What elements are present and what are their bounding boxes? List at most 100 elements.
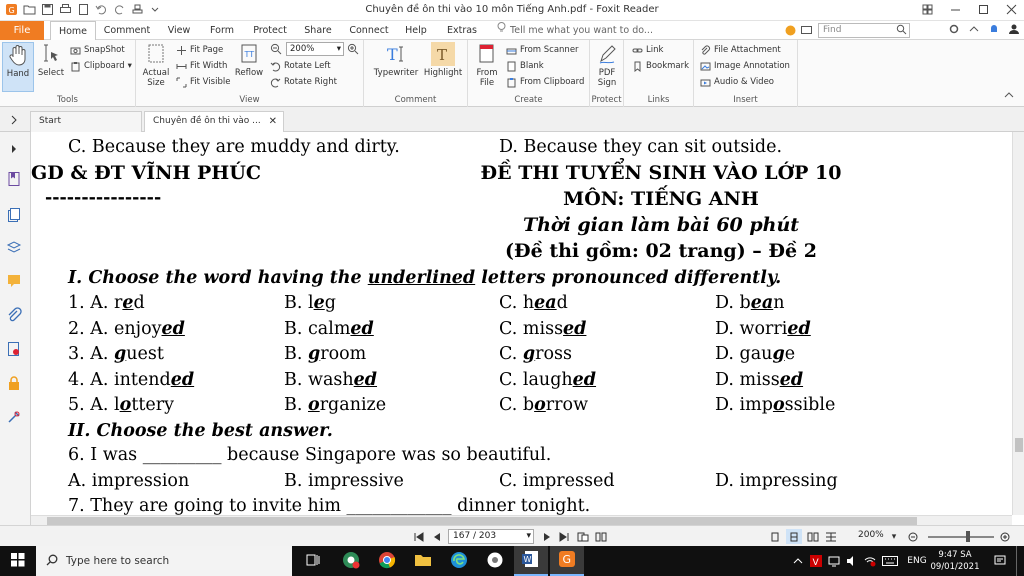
taskbar-app-coccoc[interactable] bbox=[334, 546, 368, 576]
network-icon[interactable] bbox=[826, 546, 842, 576]
volume-icon[interactable] bbox=[844, 546, 860, 576]
fit-visible-button[interactable]: Fit Visible bbox=[176, 75, 230, 89]
status-zoom-value[interactable]: 200% bbox=[858, 530, 884, 540]
hand-button[interactable]: Hand bbox=[2, 42, 34, 92]
task-view-button[interactable] bbox=[296, 546, 330, 576]
doc-tab-current[interactable]: Chuyên đề ôn thi vào ... ✕ bbox=[144, 111, 284, 132]
fit-width-button[interactable]: Fit Width bbox=[176, 59, 227, 73]
tray-app-icon[interactable]: V bbox=[808, 546, 824, 576]
from-file-button[interactable]: From File bbox=[472, 42, 502, 88]
signatures-panel-icon[interactable] bbox=[5, 340, 23, 358]
wifi-off-icon[interactable] bbox=[862, 546, 878, 576]
attachments-panel-icon[interactable] bbox=[5, 306, 23, 324]
snapshot-button[interactable]: SnapShot bbox=[70, 43, 125, 57]
horizontal-scroll-thumb[interactable] bbox=[47, 517, 917, 525]
typewriter-button[interactable]: T Typewriter bbox=[370, 42, 422, 78]
reflow-button[interactable]: TT Reflow bbox=[232, 42, 266, 78]
tab-protect[interactable]: Protect bbox=[248, 21, 292, 40]
taskbar-search-box[interactable]: Type here to search bbox=[36, 546, 292, 576]
tab-help[interactable]: Help bbox=[400, 21, 432, 40]
keyboard-icon[interactable] bbox=[880, 546, 900, 576]
next-page-icon[interactable] bbox=[540, 529, 554, 544]
taskbar-app-word[interactable]: W bbox=[514, 546, 548, 576]
tab-form[interactable]: Form bbox=[204, 21, 240, 40]
comments-panel-icon[interactable] bbox=[5, 272, 23, 290]
tell-me-search[interactable]: Tell me what you want to do... bbox=[496, 21, 653, 40]
security-panel-icon[interactable] bbox=[5, 374, 23, 392]
show-desktop-button[interactable] bbox=[1016, 546, 1024, 576]
continuous-facing-icon[interactable] bbox=[824, 529, 838, 544]
taskbar-app-photos[interactable] bbox=[478, 546, 512, 576]
pdf-sign-button[interactable]: PDF Sign bbox=[592, 42, 622, 88]
tab-file[interactable]: File bbox=[0, 21, 44, 40]
horizontal-scrollbar[interactable] bbox=[31, 515, 1012, 525]
taskbar-app-edge[interactable] bbox=[442, 546, 476, 576]
blank-button[interactable]: Blank bbox=[506, 59, 544, 73]
notifications-icon[interactable] bbox=[990, 546, 1010, 576]
taskbar-app-chrome[interactable] bbox=[370, 546, 404, 576]
tray-expand-icon[interactable] bbox=[790, 546, 806, 576]
zoom-slider-track[interactable] bbox=[928, 536, 994, 538]
fit-page-button[interactable]: Fit Page bbox=[176, 43, 223, 57]
search-icon[interactable] bbox=[896, 24, 907, 40]
close-tab-icon[interactable]: ✕ bbox=[269, 112, 277, 131]
zoom-out-icon[interactable] bbox=[270, 43, 282, 58]
tab-comment[interactable]: Comment bbox=[100, 21, 154, 40]
highlight-button[interactable]: T Highlight bbox=[422, 42, 464, 78]
page-number-input[interactable]: 167 / 203 ▾ bbox=[448, 529, 534, 544]
expand-panel-icon[interactable] bbox=[9, 140, 19, 158]
bookmark-button[interactable]: Bookmark bbox=[632, 59, 689, 73]
image-annotation-button[interactable]: Image Annotation bbox=[700, 59, 790, 73]
doc-tab-start[interactable]: Start bbox=[30, 111, 142, 132]
tab-view[interactable]: View bbox=[160, 21, 198, 40]
actual-size-button[interactable]: Actual Size bbox=[140, 42, 172, 88]
settings-icon[interactable] bbox=[948, 23, 960, 38]
first-page-icon[interactable] bbox=[412, 529, 426, 544]
from-scanner-button[interactable]: From Scanner bbox=[506, 43, 579, 57]
collapse-ribbon-icon[interactable] bbox=[968, 23, 980, 38]
system-clock[interactable]: 9:47 SA 09/01/2021 bbox=[930, 549, 980, 573]
tab-share[interactable]: Share bbox=[300, 21, 336, 40]
extract-pages-icon[interactable] bbox=[576, 529, 590, 544]
user-icon[interactable] bbox=[1008, 23, 1020, 38]
ribbon-collapse-icon[interactable] bbox=[1004, 91, 1014, 102]
bookmarks-panel-icon[interactable] bbox=[5, 170, 23, 188]
vertical-scrollbar[interactable] bbox=[1012, 132, 1024, 515]
zoom-slider-handle[interactable] bbox=[966, 531, 970, 542]
select-button[interactable]: Select bbox=[36, 42, 66, 78]
last-page-icon[interactable] bbox=[557, 529, 571, 544]
zoom-select[interactable]: 200% ▾ bbox=[286, 42, 344, 56]
view-pages-icon[interactable] bbox=[594, 529, 608, 544]
pages-panel-icon[interactable] bbox=[5, 206, 23, 224]
vertical-scroll-thumb[interactable] bbox=[1015, 438, 1023, 452]
single-page-icon[interactable] bbox=[768, 529, 782, 544]
chat-icon[interactable] bbox=[800, 24, 813, 40]
skin-icon[interactable] bbox=[784, 24, 797, 40]
layout-icon[interactable] bbox=[920, 2, 934, 16]
maximize-icon[interactable] bbox=[976, 2, 990, 16]
find-input[interactable]: Find bbox=[818, 23, 910, 38]
page-dropdown-icon[interactable]: ▾ bbox=[526, 530, 531, 543]
document-page[interactable]: C. Because they are muddy and dirty. D. … bbox=[31, 132, 1012, 515]
audio-video-button[interactable]: Audio & Video bbox=[700, 75, 774, 89]
tools-panel-icon[interactable] bbox=[5, 408, 23, 426]
file-attachment-button[interactable]: File Attachment bbox=[700, 43, 781, 57]
tab-connect[interactable]: Connect bbox=[344, 21, 394, 40]
facing-page-icon[interactable] bbox=[806, 529, 820, 544]
previous-page-icon[interactable] bbox=[430, 529, 444, 544]
zoom-dropdown-icon[interactable]: ▾ bbox=[888, 529, 900, 544]
tab-extras[interactable]: Extras bbox=[442, 21, 482, 40]
rotate-right-button[interactable]: Rotate Right bbox=[270, 75, 337, 89]
language-indicator[interactable]: ENG bbox=[904, 546, 930, 576]
taskbar-app-file-explorer[interactable] bbox=[406, 546, 440, 576]
close-icon[interactable] bbox=[1004, 2, 1018, 16]
start-button[interactable] bbox=[0, 546, 36, 576]
notification-icon[interactable] bbox=[988, 23, 1000, 38]
status-zoom-out-icon[interactable] bbox=[906, 529, 920, 544]
from-clipboard-button[interactable]: From Clipboard bbox=[506, 75, 584, 89]
link-button[interactable]: Link bbox=[632, 43, 663, 57]
minimize-icon[interactable] bbox=[948, 2, 962, 16]
taskbar-app-foxit[interactable]: G bbox=[550, 546, 584, 576]
zoom-in-icon[interactable] bbox=[347, 43, 359, 58]
layers-panel-icon[interactable] bbox=[5, 238, 23, 256]
